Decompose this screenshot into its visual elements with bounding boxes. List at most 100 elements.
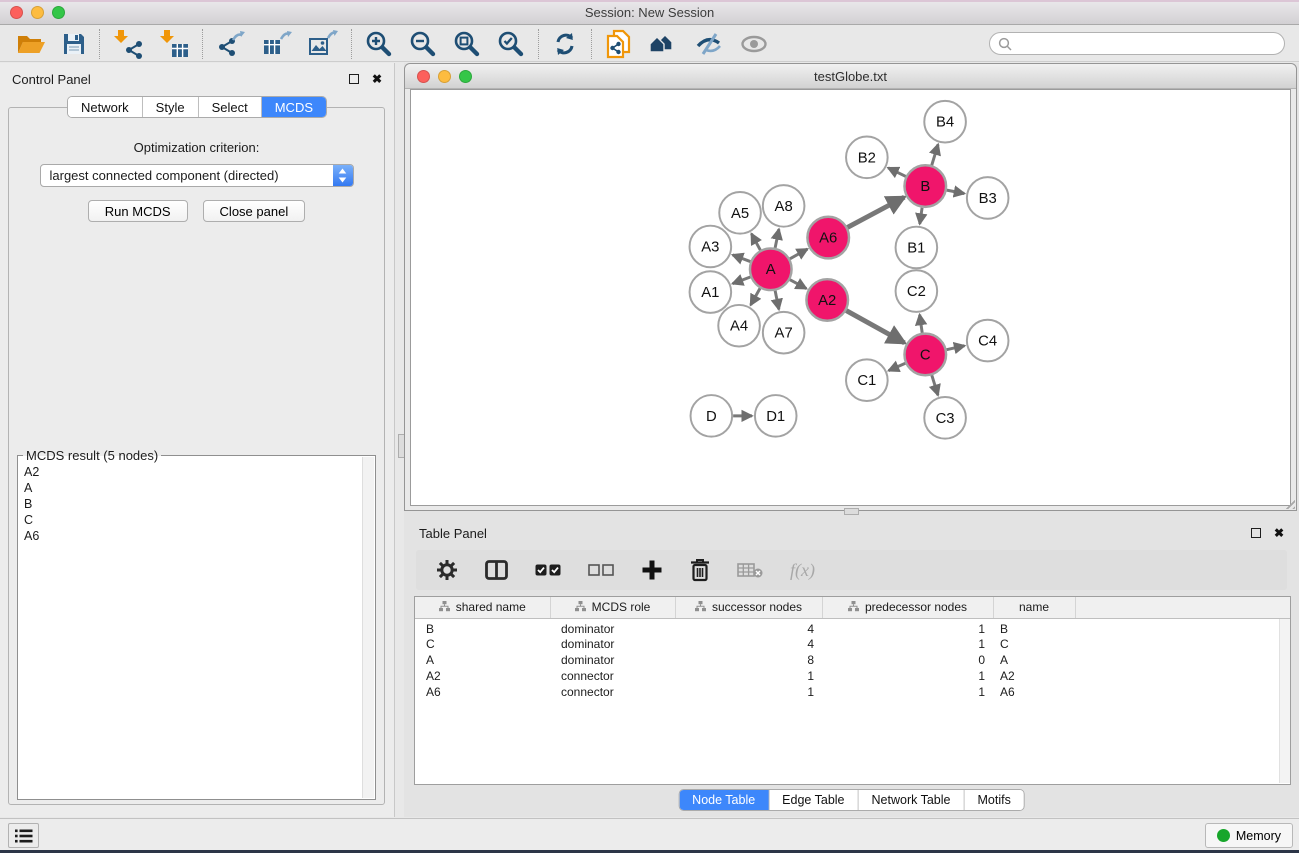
table-cell[interactable]: 4: [675, 618, 822, 636]
zoom-fit-button[interactable]: [453, 30, 481, 58]
show-columns-button[interactable]: [485, 560, 508, 580]
minimize-network-window-button[interactable]: [438, 70, 451, 83]
open-session-button[interactable]: [17, 32, 46, 56]
close-panel-button[interactable]: Close panel: [203, 200, 306, 222]
graph-edge-A2-C[interactable]: [846, 311, 904, 343]
table-cell[interactable]: 0: [822, 652, 993, 668]
graph-edge-C-C3[interactable]: [932, 375, 938, 395]
save-session-button[interactable]: [62, 32, 86, 56]
export-table-button[interactable]: [262, 30, 292, 58]
graph-node-D1[interactable]: D1: [755, 395, 797, 437]
graph-edge-C-C4[interactable]: [947, 346, 965, 350]
table-row[interactable]: Adominator80A: [415, 652, 1290, 668]
show-hide-graphics-details-button[interactable]: [694, 31, 724, 57]
apply-layout-button[interactable]: [552, 31, 578, 57]
show-task-history-button[interactable]: [8, 823, 39, 848]
new-network-from-selection-button[interactable]: [605, 29, 632, 59]
tab-node-table[interactable]: Node Table: [679, 790, 769, 810]
graph-node-A2[interactable]: A2: [806, 279, 848, 321]
graph-edge-B-B4[interactable]: [932, 144, 938, 165]
first-neighbors-button[interactable]: [648, 31, 678, 57]
graph-edge-B-B1[interactable]: [920, 208, 922, 224]
table-cell[interactable]: B: [993, 618, 1075, 636]
table-cell[interactable]: dominator: [550, 618, 675, 636]
table-cell[interactable]: dominator: [550, 636, 675, 652]
delete-column-button[interactable]: [690, 558, 710, 582]
table-scrollbar[interactable]: [1279, 619, 1290, 783]
graph-edge-B-B3[interactable]: [947, 190, 965, 193]
column-header-shared-name[interactable]: shared name: [415, 597, 550, 618]
table-row[interactable]: Cdominator41C: [415, 636, 1290, 652]
graph-node-A7[interactable]: A7: [763, 312, 805, 354]
zoom-selected-button[interactable]: [497, 30, 525, 58]
graph-node-A3[interactable]: A3: [690, 226, 732, 268]
tab-style[interactable]: Style: [143, 97, 199, 117]
graph-node-C2[interactable]: C2: [896, 270, 938, 312]
mcds-result-item[interactable]: A2: [24, 464, 361, 480]
tab-select[interactable]: Select: [199, 97, 262, 117]
table-cell[interactable]: dominator: [550, 652, 675, 668]
network-canvas[interactable]: B4B2BB3B1A5A8A6A3AA1C2A2A4A7C4CC1C3DD1: [410, 89, 1291, 506]
mcds-result-item[interactable]: A6: [24, 528, 361, 544]
table-cell[interactable]: A: [415, 652, 550, 668]
table-cell[interactable]: 8: [675, 652, 822, 668]
table-cell[interactable]: 4: [675, 636, 822, 652]
tab-mcds[interactable]: MCDS: [262, 97, 326, 117]
close-panel-icon[interactable]: ✖: [372, 74, 382, 84]
graph-node-B2[interactable]: B2: [846, 137, 888, 179]
mcds-result-item[interactable]: C: [24, 512, 361, 528]
graph-node-C[interactable]: C: [904, 334, 946, 376]
graph-node-A[interactable]: A: [750, 248, 792, 290]
table-cell[interactable]: 1: [822, 636, 993, 652]
deselect-all-columns-button[interactable]: [588, 563, 614, 577]
graph-node-D[interactable]: D: [691, 395, 733, 437]
graph-edge-A-A7[interactable]: [775, 291, 779, 310]
column-header-mcds-role[interactable]: MCDS role: [550, 597, 675, 618]
graph-edge-A-A3[interactable]: [733, 255, 751, 262]
graph-edge-A-A8[interactable]: [775, 229, 779, 248]
graph-node-A6[interactable]: A6: [807, 217, 849, 259]
toolbar-search[interactable]: [989, 32, 1285, 55]
column-header-predecessor-nodes[interactable]: predecessor nodes: [822, 597, 993, 618]
table-cell[interactable]: 1: [822, 668, 993, 684]
close-network-window-button[interactable]: [417, 70, 430, 83]
tab-network-table[interactable]: Network Table: [859, 790, 965, 810]
import-table-button[interactable]: [159, 29, 189, 59]
table-cell[interactable]: C: [415, 636, 550, 652]
graph-node-A1[interactable]: A1: [690, 271, 732, 313]
graph-node-C3[interactable]: C3: [924, 397, 966, 439]
graph-node-A4[interactable]: A4: [718, 305, 760, 347]
graph-edge-A-A5[interactable]: [751, 234, 760, 250]
table-cell[interactable]: A2: [993, 668, 1075, 684]
table-cell[interactable]: A: [993, 652, 1075, 668]
graph-node-B3[interactable]: B3: [967, 177, 1009, 219]
table-cell[interactable]: 1: [675, 684, 822, 700]
graph-edge-A-A1[interactable]: [733, 277, 751, 284]
tab-edge-table[interactable]: Edge Table: [769, 790, 858, 810]
zoom-in-button[interactable]: [365, 30, 393, 58]
mcds-result-scrollbar[interactable]: [362, 457, 374, 798]
table-cell[interactable]: 1: [822, 684, 993, 700]
table-row[interactable]: A6connector11A6: [415, 684, 1290, 700]
zoom-out-button[interactable]: [409, 30, 437, 58]
table-cell[interactable]: A6: [415, 684, 550, 700]
graph-edge-C-C1[interactable]: [889, 363, 906, 370]
graph-node-C4[interactable]: C4: [967, 320, 1009, 362]
search-input[interactable]: [1016, 37, 1276, 51]
select-all-columns-button[interactable]: [535, 563, 561, 577]
graph-node-B4[interactable]: B4: [924, 101, 966, 143]
column-header-successor-nodes[interactable]: successor nodes: [675, 597, 822, 618]
graph-node-B1[interactable]: B1: [896, 227, 938, 269]
graph-edge-A6-B[interactable]: [847, 197, 904, 227]
mcds-result-item[interactable]: B: [24, 496, 361, 512]
table-cell[interactable]: 1: [675, 668, 822, 684]
horizontal-splitter-handle[interactable]: [844, 508, 859, 515]
run-mcds-button[interactable]: Run MCDS: [88, 200, 188, 222]
table-cell[interactable]: A6: [993, 684, 1075, 700]
table-settings-button[interactable]: [436, 559, 458, 581]
graph-edge-A-A2[interactable]: [790, 280, 806, 289]
graph-node-A8[interactable]: A8: [763, 185, 805, 227]
tab-network[interactable]: Network: [68, 97, 143, 117]
delete-table-button[interactable]: [737, 562, 763, 578]
zoom-network-window-button[interactable]: [459, 70, 472, 83]
